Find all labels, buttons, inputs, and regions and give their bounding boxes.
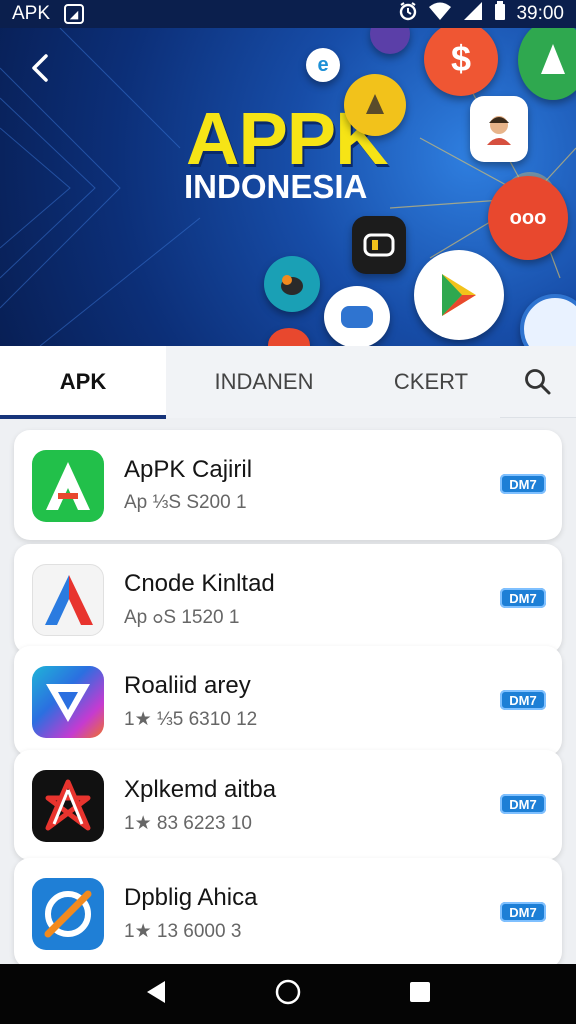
bubble-lb-icon: [352, 216, 406, 274]
status-bar: APK ◢ 39:00: [0, 0, 576, 28]
list-item[interactable]: Cnode Kinltad Ap ߋS 1520 1 DM7: [14, 544, 562, 654]
app-icon-black-star: [32, 770, 104, 842]
app-name: Roaliid arey: [124, 672, 251, 699]
bubble-yellow-icon: [344, 74, 406, 136]
carrier-label: APK: [12, 3, 51, 24]
clock-time: 39:00: [516, 3, 564, 24]
hero-banner: APPK INDONESIA e $ ooo: [0, 28, 576, 346]
category-tabs: APK INDANEN CKERT: [0, 346, 576, 419]
banner-subtitle: INDONESIA: [184, 168, 368, 205]
list-item[interactable]: Roaliid arey 1★ ⅓5 6310 12 DM7: [14, 646, 562, 756]
bubble-play-store-icon: [414, 250, 504, 340]
alarm-icon: [398, 1, 418, 27]
tab-ckert[interactable]: CKERT: [362, 346, 500, 418]
download-badge[interactable]: DM7: [500, 474, 546, 494]
bubble-ooo-icon: ooo: [488, 176, 568, 260]
tab-ckert-label: CKERT: [393, 369, 469, 394]
app-icon-blue-swirl: [32, 878, 104, 950]
app-icon-rainbow-v: [32, 666, 104, 738]
app-name: ApPK Cajiril: [124, 456, 253, 483]
app-meta: 1★ ⅓5 6310 12: [124, 709, 258, 730]
nav-recents-button[interactable]: [405, 977, 435, 1012]
back-button[interactable]: [22, 48, 62, 88]
search-icon: [525, 368, 551, 394]
back-arrow-icon: [32, 54, 48, 82]
bubble-avatar-icon: [470, 96, 528, 162]
signal-icon: [462, 1, 484, 27]
battery-icon: [494, 1, 506, 27]
tab-indanen[interactable]: INDANEN: [166, 346, 362, 418]
download-badge[interactable]: DM7: [500, 588, 546, 608]
app-icon-green-a: [32, 450, 104, 522]
app-name: Cnode Kinltad: [124, 570, 275, 597]
wifi-icon: [428, 1, 452, 27]
app-meta: Ap ⅓S S200 1: [124, 492, 247, 513]
home-circle-icon: [275, 979, 301, 1004]
list-item[interactable]: ApPK Cajiril Ap ⅓S S200 1 DM7: [14, 430, 562, 540]
back-triangle-icon: [147, 980, 165, 1003]
app-meta: 1★ 83 6223 10: [124, 813, 252, 834]
download-badge[interactable]: DM7: [500, 690, 546, 710]
tab-indanen-label: INDANEN: [214, 369, 314, 394]
app-name: Xplkemd aitba: [124, 776, 277, 803]
tab-apk[interactable]: APK: [0, 346, 166, 419]
recents-square-icon: [410, 981, 430, 1002]
download-badge[interactable]: DM7: [500, 794, 546, 814]
nav-back-button[interactable]: [141, 977, 171, 1012]
search-button[interactable]: [500, 346, 576, 417]
app-icon-gradient-a: [32, 564, 104, 636]
nav-home-button[interactable]: [273, 977, 303, 1012]
app-name: Dpblig Ahica: [124, 884, 258, 911]
app-store-icon: ◢: [64, 4, 85, 24]
app-meta: Ap ߋS 1520 1: [124, 607, 240, 628]
system-nav-bar: [0, 964, 576, 1024]
bubble-bird-icon: [264, 256, 320, 312]
download-badge[interactable]: DM7: [500, 902, 546, 922]
app-meta: 1★ 13 6000 3: [124, 921, 242, 942]
list-item[interactable]: Dpblig Ahica 1★ 13 6000 3 DM7: [14, 858, 562, 968]
bubble-e-icon: e: [306, 48, 340, 82]
tab-apk-label: APK: [59, 369, 107, 394]
list-item[interactable]: Xplkemd aitba 1★ 83 6223 10 DM7: [14, 750, 562, 860]
bubble-blue-white-icon: [324, 286, 390, 346]
